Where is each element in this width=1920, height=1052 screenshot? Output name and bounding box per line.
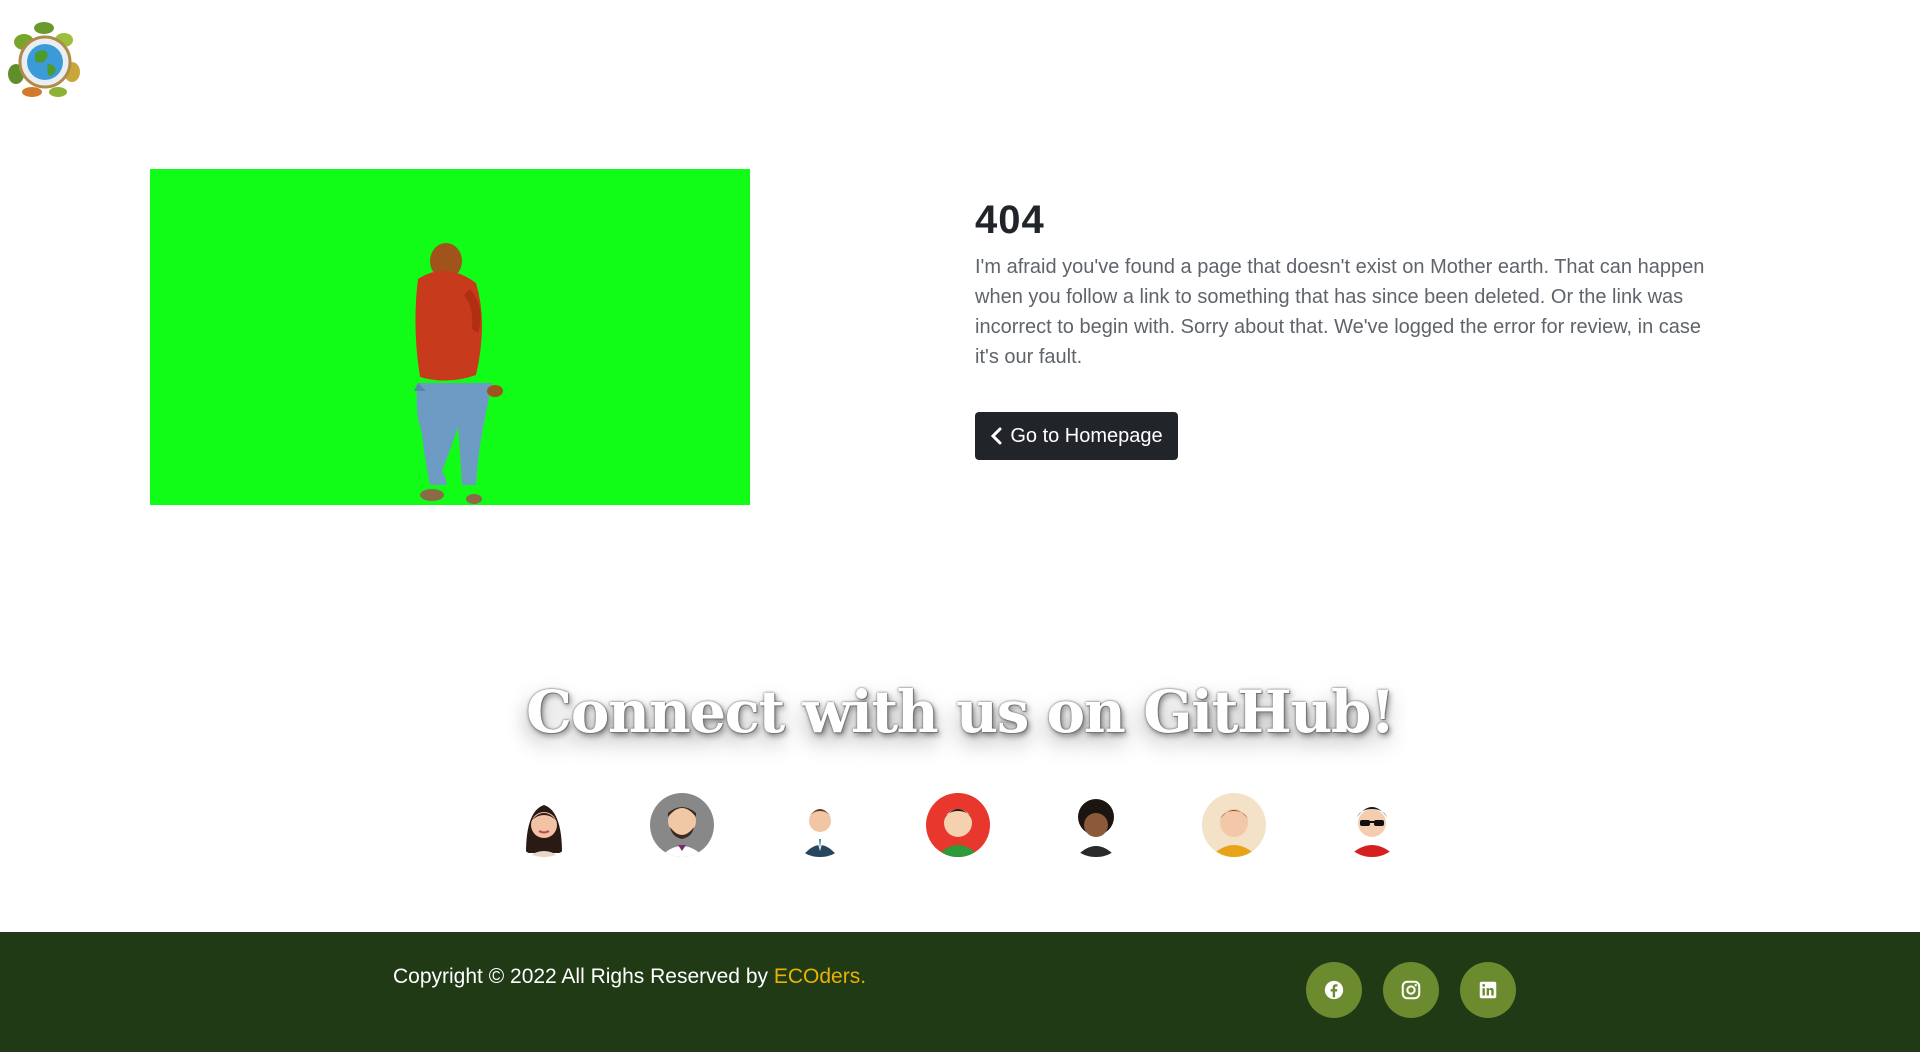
contributor-avatar[interactable]	[1202, 793, 1266, 857]
connect-heading: Connect with us on GitHub!	[526, 678, 1395, 746]
chevron-left-icon	[991, 427, 1002, 445]
footer: Copyright © 2022 All Righs Reserved by E…	[0, 932, 1920, 1052]
dancing-man-image	[414, 243, 503, 504]
instagram-link[interactable]	[1383, 962, 1439, 1018]
linkedin-icon	[1479, 981, 1497, 999]
avatar-man-suit-icon	[802, 809, 838, 857]
error-message: I'm afraid you've found a page that does…	[975, 256, 1705, 368]
copyright-prefix: Copyright © 2022 All Righs Reserved by	[393, 965, 774, 988]
not-found-animation	[150, 169, 750, 505]
facebook-icon	[1324, 980, 1344, 1000]
contributor-avatar[interactable]	[512, 793, 576, 857]
page: 404 I'm afraid you've found a page that …	[0, 0, 1920, 1052]
avatar-woman-curly-hair-icon	[1076, 799, 1116, 857]
linkedin-link[interactable]	[1460, 962, 1516, 1018]
facebook-link[interactable]	[1306, 962, 1362, 1018]
error-code: 404	[975, 198, 1045, 242]
contributor-avatar[interactable]	[788, 793, 852, 857]
brand-link[interactable]: ECOders.	[774, 965, 866, 988]
site-logo[interactable]	[2, 14, 88, 100]
go-to-homepage-button[interactable]: Go to Homepage	[975, 412, 1178, 460]
earth-logo-icon	[8, 22, 80, 97]
contributor-avatar[interactable]	[1340, 793, 1404, 857]
avatar-man-yellow-shirt-icon	[1210, 809, 1258, 857]
contributor-avatar[interactable]	[1064, 793, 1128, 857]
go-to-homepage-label: Go to Homepage	[1010, 424, 1163, 447]
contributor-avatar[interactable]	[650, 793, 714, 857]
avatar-man-green-shirt-icon	[936, 809, 980, 857]
avatar-bearded-man-icon	[660, 807, 704, 857]
avatar-woman-dark-hair-icon	[526, 805, 562, 857]
avatar-man-sunglasses-icon	[1348, 807, 1396, 857]
instagram-icon	[1401, 980, 1421, 1000]
error-content: 404 I'm afraid you've found a page that …	[975, 196, 1715, 372]
copyright-text: Copyright © 2022 All Righs Reserved by E…	[393, 965, 866, 989]
contributor-avatar[interactable]	[926, 793, 990, 857]
